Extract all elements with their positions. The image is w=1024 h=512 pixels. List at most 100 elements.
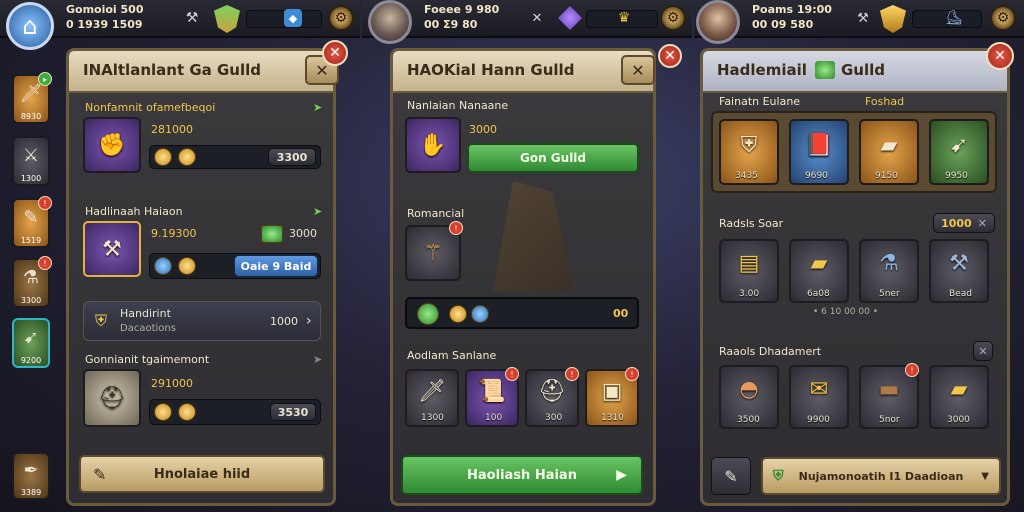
footer-action-button[interactable]: Haoliash Haian ▶ (401, 455, 643, 495)
panel-title: HAOKial Hann Gulld (407, 61, 575, 79)
sidebar-item-label: 8930 (20, 112, 42, 121)
sidebar-item-sword[interactable]: 🗡 ▸ 8930 (12, 72, 52, 124)
chevron-down-icon: ▼ (981, 470, 989, 482)
section-title: Nonfamnit ofamefbeqoi (85, 101, 216, 114)
sidebar-item-label: 1300 (20, 174, 42, 183)
info-subtitle: Dacaotions (120, 323, 176, 334)
footer-action-button[interactable]: ✎ Hnolaiae hiid (79, 455, 325, 493)
buy-button[interactable]: Oaie 9 Baid (234, 255, 318, 277)
info-title: Handirint (120, 307, 171, 320)
item-slot[interactable]: 📜 ! 100 (465, 367, 519, 427)
item-slot[interactable]: ✉ 9900 (789, 365, 849, 429)
alert-badge: ! (625, 367, 639, 381)
item-slot[interactable]: ⛑ ! 300 (525, 367, 579, 427)
item-slot[interactable]: ▬ ! 5nor (859, 363, 919, 429)
sidebar-item-potion[interactable]: ⚗ ! 3300 (12, 256, 52, 308)
section-title: Nanlaian Nanaane (407, 99, 509, 112)
home-button[interactable]: ⌂ (6, 2, 54, 50)
tower-decoration (493, 181, 573, 291)
panel-header: HAOKial Hann Gulld (393, 51, 653, 93)
crown-icon[interactable]: ♛ (614, 8, 634, 28)
item-label: 300 (545, 413, 563, 423)
coin-icon (178, 148, 196, 166)
coin-icon (154, 403, 172, 421)
item-slot[interactable]: ▰ 6a08 (789, 239, 849, 303)
hero-avatar[interactable] (368, 0, 412, 44)
close-button[interactable]: ✕ (986, 42, 1014, 70)
tools-icon[interactable]: ⚒ (182, 8, 202, 28)
sidebar-item-quill[interactable]: ✒ 3389 (12, 452, 50, 500)
sidebar-item-axe[interactable]: ⚔ 1300 (12, 136, 50, 186)
settings-gear-icon[interactable]: ⚙ (660, 5, 686, 31)
home-icon: ⌂ (22, 12, 38, 40)
item-slot[interactable]: ✊ (83, 117, 141, 173)
price-button[interactable]: 3300 (268, 148, 316, 166)
info-row[interactable]: ⛨ Handirint Dacaotions 1000 › (83, 301, 321, 341)
settings-gear-icon[interactable]: ⚙ (328, 5, 354, 31)
crossed-swords-icon[interactable]: ✕ (528, 9, 546, 27)
item-slot[interactable]: ▤ 3.00 (719, 239, 779, 303)
alert-badge: ! (565, 367, 579, 381)
collapse-button[interactable]: ✕ (621, 55, 655, 85)
cost-track: 3530 (149, 399, 321, 425)
tools-icon[interactable]: ⚒ (854, 9, 872, 27)
sidebar-item-scroll[interactable]: ✎ ! 1519 (12, 196, 52, 248)
settings-gear-icon[interactable]: ⚙ (990, 5, 1016, 31)
green-orb-icon (417, 303, 439, 325)
shield-icon[interactable] (214, 5, 240, 33)
hammer-icon: ⚒ (102, 236, 122, 262)
sidebar-item-bow[interactable]: ➹ 9200 (12, 318, 50, 368)
item-slot[interactable]: ⚗ 5ner (859, 239, 919, 303)
purple-crystal-icon[interactable] (558, 6, 582, 30)
close-button[interactable]: ✕ (658, 44, 682, 68)
item-slot[interactable]: 🗡 1300 (405, 369, 459, 427)
item-label: 3000 (947, 415, 970, 425)
gem-icon[interactable]: ◆ (284, 9, 302, 27)
arrow-right-icon[interactable]: ➤ (313, 205, 322, 218)
guild-panel-middle: HAOKial Hann Gulld ✕ Nanlaian Nanaane ✋ … (390, 48, 656, 506)
item-slot[interactable]: ✋ (405, 117, 461, 173)
info-value: 1000 (270, 315, 298, 328)
item-slot[interactable]: ◓ 3500 (719, 365, 779, 429)
item-label: 5nor (879, 415, 900, 425)
item-value: 281000 (151, 123, 193, 136)
gold-bar-icon: ▰ (950, 376, 968, 402)
pencil-icon: ✎ (724, 466, 738, 486)
dismiss-button[interactable]: ✕ (973, 341, 993, 361)
price-button[interactable]: 3530 (270, 403, 316, 421)
join-guild-button[interactable]: Gon Gulld (467, 143, 639, 173)
arrow-right-icon[interactable]: ➤ (313, 101, 322, 114)
sidebar-item-label: 9200 (20, 356, 42, 365)
coin-icon (154, 148, 172, 166)
spellbook-icon: 📕 (805, 132, 833, 158)
quill-icon: ✒ (23, 459, 39, 481)
resource-label: Poams 19:00 (752, 3, 832, 16)
hero-avatar[interactable] (696, 0, 740, 44)
item-slot[interactable]: ▣ ! 1310 (585, 367, 639, 427)
footer-action-button[interactable]: ⛨ Nujamonoatih I1 Daadioan ▼ (761, 457, 1001, 495)
item-slot[interactable]: ⛨ 3435 (719, 119, 779, 185)
item-slot[interactable]: ⛑ (83, 369, 141, 427)
item-slot[interactable]: ➹ 9950 (929, 119, 989, 185)
boot-icon[interactable]: ⛸ (944, 8, 964, 28)
close-button[interactable]: ✕ (322, 40, 348, 66)
cost-track: 3300 (149, 145, 321, 169)
section-title: Aodlam Sanlane (407, 349, 497, 362)
section-title: Raaols Dhadamert (719, 345, 822, 358)
helmet-icon: ⛑ (98, 385, 126, 411)
item-label: 9950 (945, 171, 968, 181)
staff-icon: ⚚ (423, 240, 443, 266)
item-slot[interactable]: ▰ 9150 (859, 119, 919, 185)
resource-label: Gomoioi 500 (66, 3, 144, 16)
item-slot[interactable]: ⚒ (83, 221, 141, 277)
edit-button[interactable]: ✎ (711, 457, 751, 495)
item-slot[interactable]: ⚒ Bead (929, 239, 989, 303)
gold-shield-icon[interactable] (880, 5, 906, 33)
x-icon: ✕ (631, 60, 645, 80)
arrow-right-icon[interactable]: ➤ (313, 353, 322, 366)
close-icon: ✕ (664, 48, 676, 64)
x-icon: ✕ (978, 344, 988, 358)
item-slot[interactable]: 📕 9690 (789, 119, 849, 185)
alert-badge: ! (905, 363, 919, 377)
item-slot[interactable]: ▰ 3000 (929, 365, 989, 429)
